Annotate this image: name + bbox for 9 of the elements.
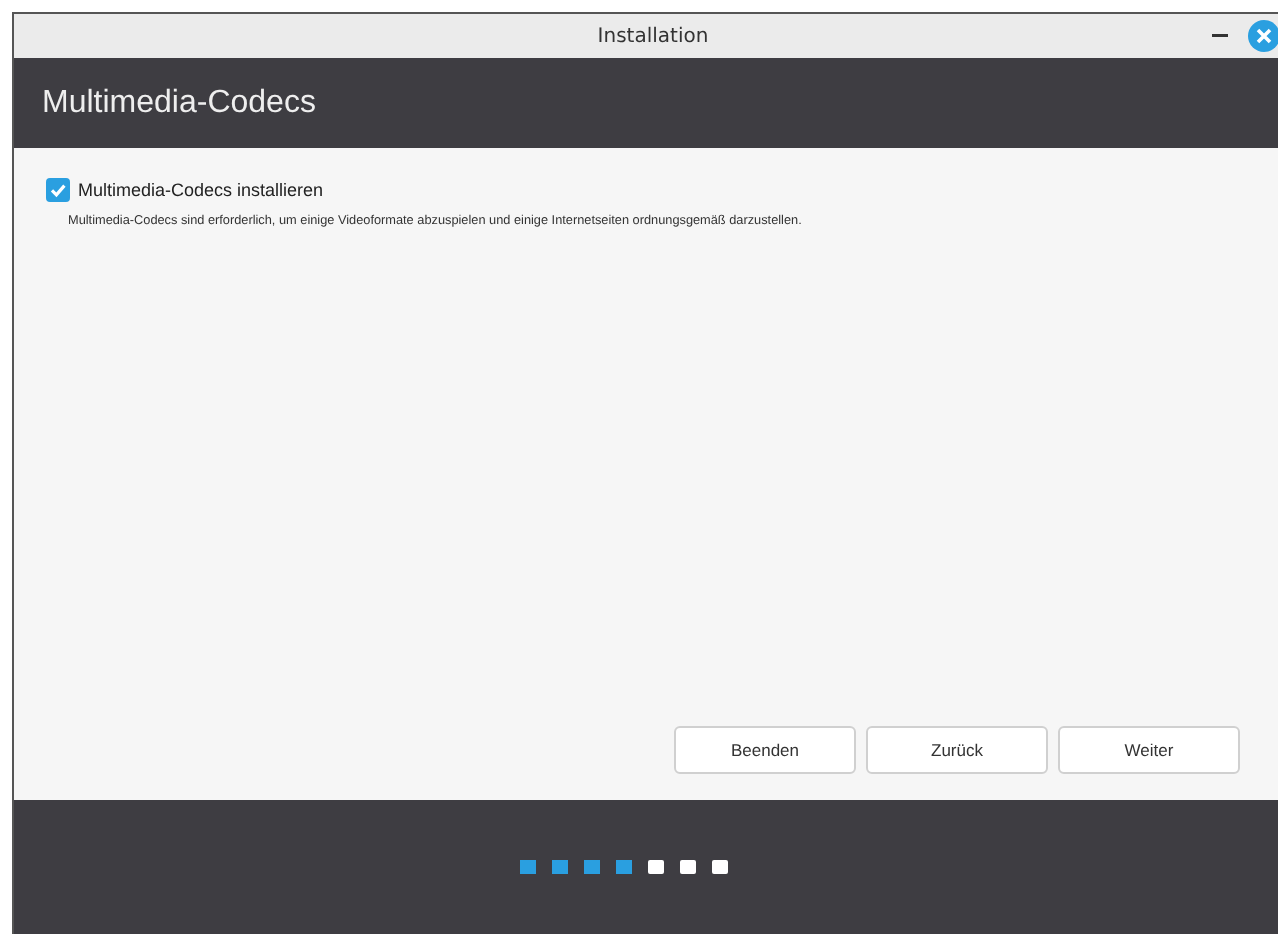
minimize-icon[interactable] [1212, 34, 1228, 38]
dialog-button[interactable]: Zurück [866, 726, 1048, 774]
dialog-button[interactable]: Beenden [674, 726, 856, 774]
dialog-button[interactable]: Weiter [1058, 726, 1240, 774]
window-title: Installation [597, 25, 709, 47]
close-icon[interactable] [1248, 20, 1278, 52]
page-title: Multimedia-Codecs [42, 85, 316, 121]
checkbox[interactable] [46, 178, 70, 202]
checkbox-label: Multimedia-Codecs installieren [78, 180, 324, 200]
